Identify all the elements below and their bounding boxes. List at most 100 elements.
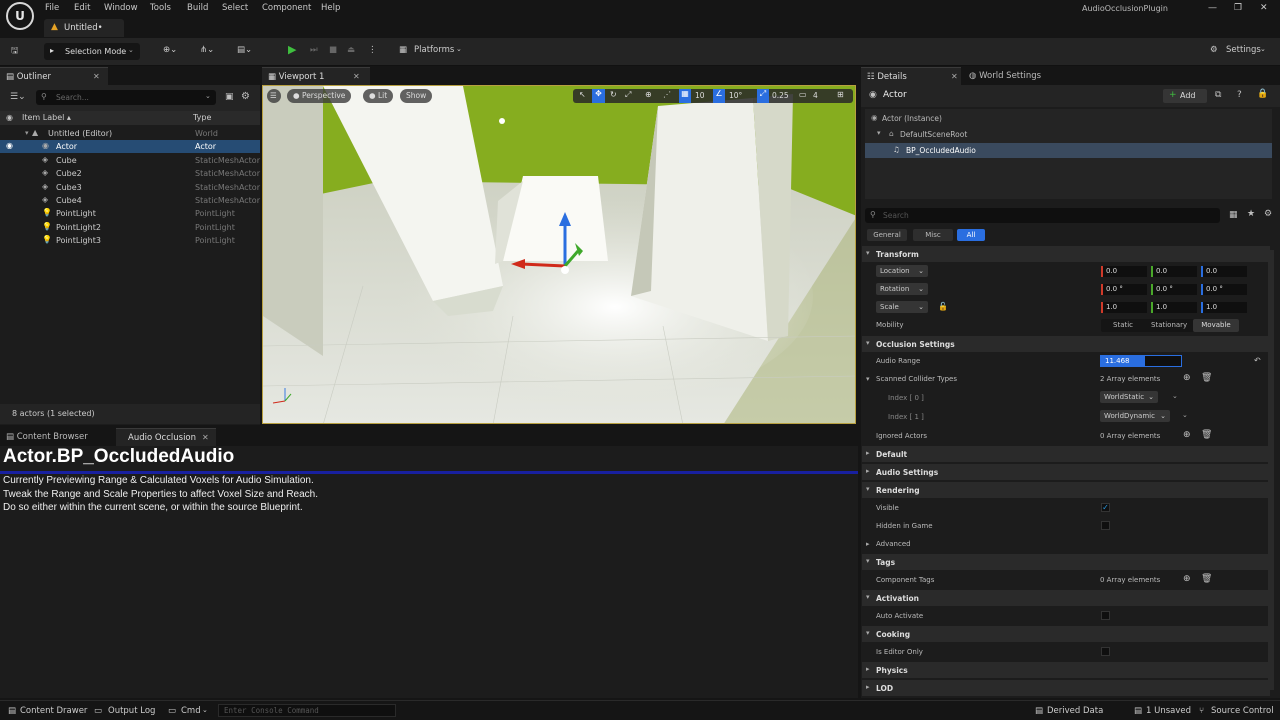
level-tab[interactable]: ▲ Untitled•	[44, 19, 124, 37]
move-icon[interactable]: ✥	[592, 89, 605, 103]
close-icon[interactable]: ✕	[951, 72, 958, 81]
close-window-icon[interactable]: ✕	[1260, 3, 1268, 13]
close-icon[interactable]: ✕	[202, 433, 209, 442]
viewport-3d[interactable]: ☰ ● Perspective ● Lit Show ↖ ✥ ↻ ⤢ ⊕ ⋰ ▦…	[262, 85, 856, 424]
lock-icon[interactable]: 🔓	[938, 302, 948, 311]
folder-add-icon[interactable]: ▣	[225, 92, 234, 102]
tree-item-scene-root[interactable]: ▾ ⌂ DefaultSceneRoot	[865, 127, 1272, 141]
select-icon[interactable]: ↖	[579, 90, 586, 99]
camera-speed-icon[interactable]: ▭	[799, 90, 807, 99]
column-type[interactable]: Type	[193, 113, 211, 122]
cinematics-icon[interactable]: ▤⌄	[237, 45, 252, 55]
eye-icon[interactable]: ◉	[6, 141, 13, 150]
section-audio-settings[interactable]: ▸ Audio Settings	[862, 464, 1270, 480]
menu-window[interactable]: Window	[104, 3, 138, 13]
scale-snap-value[interactable]: 0.25	[772, 91, 789, 100]
angle-snap-value[interactable]: 10°	[729, 91, 742, 100]
camera-speed-value[interactable]: 4	[813, 91, 818, 100]
hidden-in-game-checkbox[interactable]	[1101, 521, 1110, 530]
filter-misc[interactable]: Misc	[913, 229, 953, 241]
rotation-x-field[interactable]: 0.0 °	[1101, 284, 1147, 295]
minimize-icon[interactable]: —	[1208, 3, 1217, 13]
maximize-icon[interactable]: ❐	[1234, 3, 1242, 13]
outliner-search-input[interactable]: ⚲ Search... ⌄	[36, 90, 216, 105]
source-control-button[interactable]: Source Control	[1211, 706, 1274, 716]
section-physics[interactable]: ▸ Physics	[862, 662, 1270, 678]
tree-item-actor-instance[interactable]: ◉ Actor (Instance)	[865, 111, 1272, 125]
trash-icon[interactable]: 🗑	[1201, 373, 1212, 383]
column-item-label[interactable]: Item Label ▴	[22, 113, 71, 122]
help-icon[interactable]: ?	[1237, 90, 1242, 100]
world-icon[interactable]: ⊕	[645, 90, 652, 99]
step-icon[interactable]: ⏭	[310, 45, 318, 55]
auto-activate-checkbox[interactable]	[1101, 611, 1110, 620]
scale-icon[interactable]: ⤢	[625, 90, 631, 100]
outliner-row[interactable]: ◈ Cube StaticMeshActor	[0, 154, 260, 167]
section-tags[interactable]: ▾ Tags	[862, 554, 1270, 570]
angle-snap-icon[interactable]: ∠	[713, 89, 725, 103]
chevron-down-icon[interactable]: ⌄	[1172, 392, 1178, 400]
advanced-label[interactable]: Advanced	[876, 540, 911, 548]
outliner-row[interactable]: 💡 PointLight2 PointLight	[0, 221, 260, 234]
cmd-dropdown[interactable]: Cmd	[181, 706, 201, 716]
grid-snap-icon[interactable]: ▦	[679, 89, 691, 103]
add-element-icon[interactable]: ⊕	[1183, 373, 1191, 383]
collapsed-arrow-icon[interactable]: ▸	[866, 540, 870, 548]
location-y-field[interactable]: 0.0	[1151, 266, 1197, 277]
add-actor-icon[interactable]: ⊕⌄	[163, 45, 177, 55]
eject-icon[interactable]: ⏏	[347, 45, 355, 55]
menu-tools[interactable]: Tools	[150, 3, 171, 13]
unreal-logo-icon[interactable]: U	[6, 2, 34, 30]
section-transform[interactable]: ▾ Transform	[862, 246, 1270, 262]
location-dropdown[interactable]: Location ⌄	[876, 265, 928, 277]
outliner-row[interactable]: 💡 PointLight PointLight	[0, 207, 260, 220]
scale-snap-icon[interactable]: ⤢	[757, 89, 769, 103]
save-icon[interactable]: 🖫	[11, 45, 18, 59]
add-component-button[interactable]: + Add	[1163, 89, 1207, 103]
outliner-row[interactable]: ◈ Cube4 StaticMeshActor	[0, 194, 260, 207]
section-default[interactable]: ▸ Default	[862, 446, 1270, 462]
rotate-icon[interactable]: ↻	[610, 90, 617, 99]
section-occlusion-settings[interactable]: ▾ Occlusion Settings	[862, 336, 1270, 352]
viewport-menu-icon[interactable]: ☰	[267, 89, 281, 103]
blueprint-icon[interactable]: ⋔⌄	[200, 45, 214, 55]
menu-build[interactable]: Build	[187, 3, 208, 13]
editor-only-checkbox[interactable]	[1101, 647, 1110, 656]
lock-icon[interactable]: 🔒	[1257, 89, 1268, 99]
trash-icon[interactable]: 🗑	[1201, 430, 1212, 440]
menu-file[interactable]: File	[45, 3, 59, 13]
chevron-down-icon[interactable]: ⌄	[1182, 411, 1188, 419]
scale-z-field[interactable]: 1.0	[1201, 302, 1247, 313]
menu-select[interactable]: Select	[222, 3, 248, 13]
lit-button[interactable]: ● Lit	[363, 89, 394, 103]
mobility-static[interactable]: Static	[1113, 321, 1133, 329]
menu-edit[interactable]: Edit	[74, 3, 90, 13]
location-z-field[interactable]: 0.0	[1201, 266, 1247, 277]
index-0-dropdown[interactable]: WorldStatic ⌄	[1100, 391, 1158, 403]
reset-icon[interactable]: ↶	[1254, 356, 1261, 365]
perspective-button[interactable]: ● Perspective	[287, 89, 352, 103]
unsaved-button[interactable]: 1 Unsaved	[1146, 706, 1191, 716]
star-icon[interactable]: ★	[1247, 209, 1255, 219]
section-activation[interactable]: ▾ Activation	[862, 590, 1270, 606]
output-log-button[interactable]: Output Log	[108, 706, 155, 716]
rotation-z-field[interactable]: 0.0 °	[1201, 284, 1247, 295]
outliner-row[interactable]: ▾ ▲ Untitled (Editor) World	[0, 127, 260, 140]
tab-details[interactable]: ☷ Details ✕	[861, 67, 961, 85]
tab-viewport[interactable]: ▦ Viewport 1 ✕	[262, 67, 370, 85]
more-options-icon[interactable]: ⋮	[368, 45, 377, 55]
trash-icon[interactable]: 🗑	[1201, 574, 1212, 584]
visible-checkbox[interactable]: ✓	[1101, 503, 1110, 512]
section-cooking[interactable]: ▾ Cooking	[862, 626, 1270, 642]
blueprint-icon[interactable]: ⧉	[1215, 90, 1221, 100]
gear-icon[interactable]: ⚙	[241, 91, 250, 102]
tab-content-browser[interactable]: ▤ Content Browser	[0, 428, 112, 446]
stop-icon[interactable]: ■	[329, 45, 337, 55]
console-command-input[interactable]: Enter Console Command	[218, 704, 396, 717]
selection-mode-dropdown[interactable]: ▸ Selection Mode ⌄	[44, 43, 140, 60]
filter-general[interactable]: General	[867, 229, 907, 241]
grid-snap-value[interactable]: 10	[695, 91, 705, 100]
mobility-movable[interactable]: Movable	[1193, 319, 1239, 332]
scale-x-field[interactable]: 1.0	[1101, 302, 1147, 313]
show-button[interactable]: Show	[400, 89, 433, 103]
